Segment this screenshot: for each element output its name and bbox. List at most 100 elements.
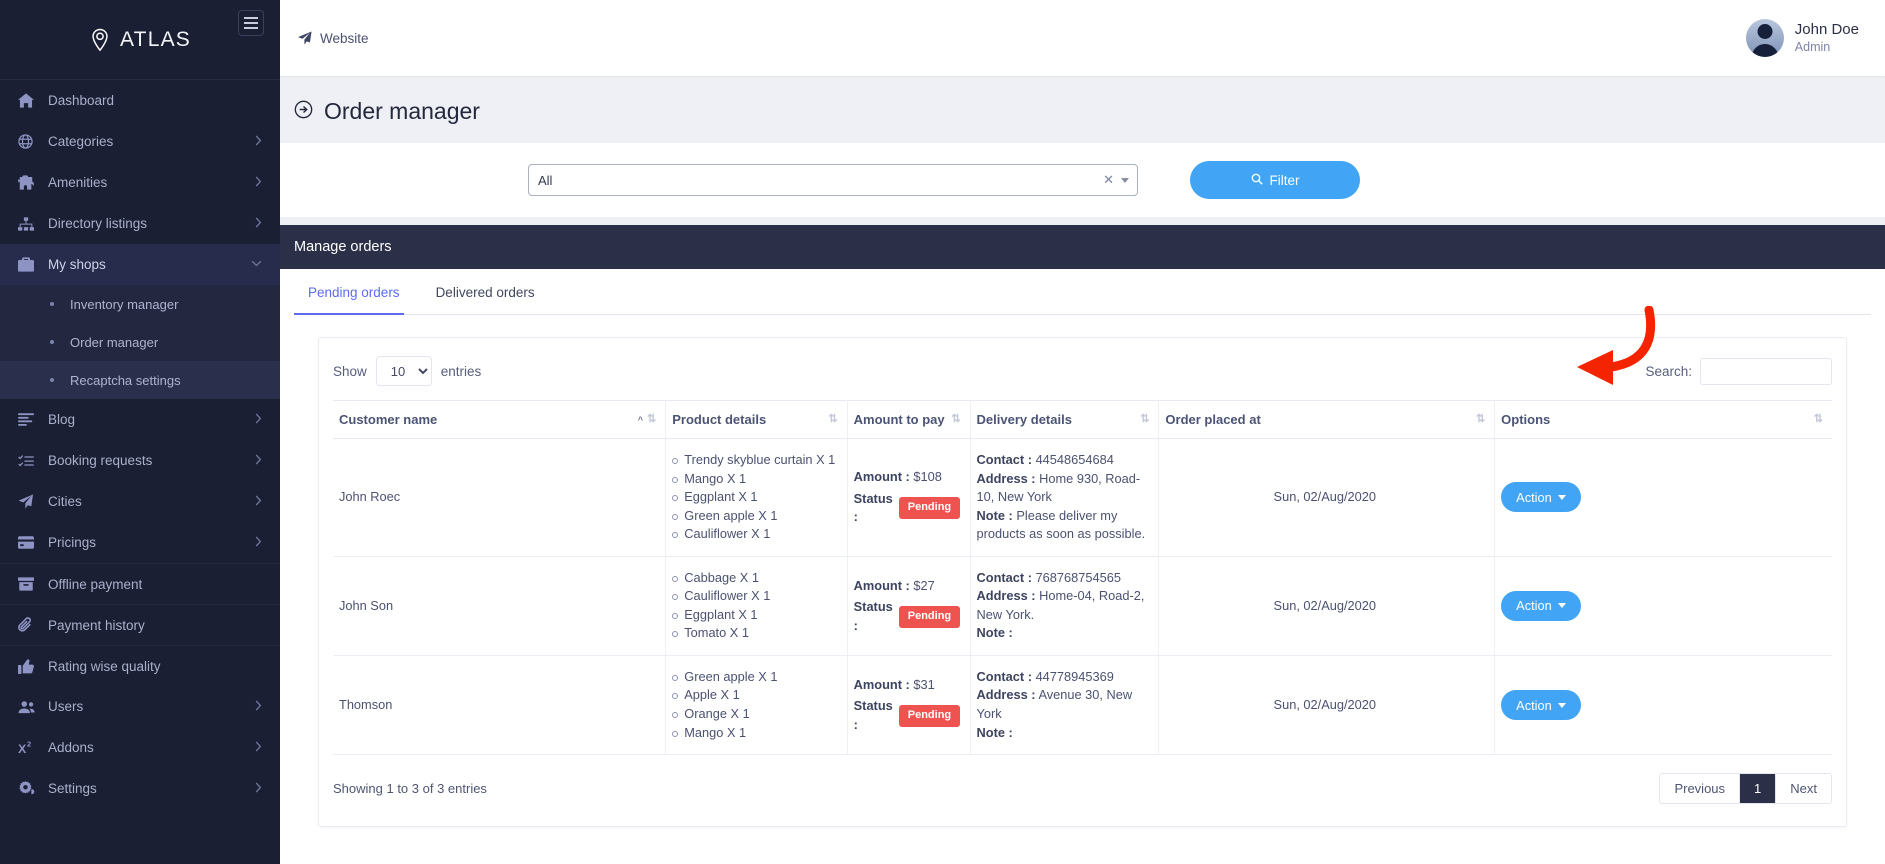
cell-order-placed-at: Sun, 02/Aug/2020	[1158, 438, 1496, 557]
sidebar-item-dashboard[interactable]: Dashboard	[0, 80, 280, 121]
column-header-label: Order placed at	[1165, 412, 1261, 427]
column-header-delivery-details[interactable]: Delivery details ⇅	[970, 400, 1160, 439]
search-icon	[1251, 173, 1263, 188]
column-header-amount-to-pay[interactable]: Amount to pay ⇅	[847, 400, 971, 439]
paperclip-icon	[18, 617, 48, 633]
sidebar-subitem-label: Order manager	[70, 334, 159, 350]
table-row: Thomson Green apple X 1 Apple X 1 Orange X …	[333, 655, 1832, 756]
cell-delivery-details: Contact : 44778945369 Address : Avenue 30…	[970, 655, 1160, 756]
sort-icon[interactable]: ⇅	[1476, 414, 1485, 425]
contact-label: Contact :	[976, 668, 1032, 684]
contact-label: Contact :	[976, 452, 1032, 467]
sidebar-item-label: Offline payment	[48, 576, 143, 592]
action-button[interactable]: Action	[1501, 482, 1581, 513]
tab-pending-orders[interactable]: Pending orders	[294, 269, 422, 315]
product-list: Green apple X 1 Apple X 1 Orange X 1 Mango …	[672, 668, 836, 742]
column-header-label: Options	[1501, 412, 1551, 427]
sidebar-item-booking-requests[interactable]: Booking requests	[0, 440, 280, 481]
brand-name: ATLAS	[120, 27, 191, 51]
amount-value: $31	[913, 676, 935, 692]
sort-icon[interactable]: ⇅	[1814, 414, 1823, 425]
product-item: Cauliflower X 1	[672, 525, 836, 544]
page-title: Order manager	[280, 76, 1885, 143]
sidebar-subitem-recaptcha-settings[interactable]: Recaptcha settings	[0, 361, 280, 399]
breadcrumb-website[interactable]: Website	[298, 31, 369, 46]
sidebar-item-directory-listings[interactable]: Directory listings	[0, 203, 280, 244]
column-header-options[interactable]: Options ⇅	[1494, 400, 1832, 439]
sidebar-item-pricings[interactable]: Pricings	[0, 522, 280, 563]
hamburger-icon[interactable]	[238, 10, 264, 36]
sidebar-item-label: Addons	[48, 740, 94, 755]
cell-customer-name: Thomson	[333, 655, 667, 756]
panel-heading: Manage orders	[280, 225, 1885, 269]
tab-delivered-orders[interactable]: Delivered orders	[422, 269, 557, 314]
user-menu[interactable]: John Doe Admin	[1745, 19, 1859, 57]
sidebar-subitem-inventory-manager[interactable]: Inventory manager	[0, 285, 280, 323]
filter-button[interactable]: Filter	[1190, 161, 1360, 199]
sidebar-item-label: Pricings	[48, 535, 97, 550]
sidebar-item-payment-history[interactable]: Payment history	[0, 604, 280, 645]
sidebar-item-users[interactable]: Users	[0, 686, 280, 727]
sort-icon[interactable]: ⇅	[828, 414, 837, 425]
product-list: Trendy skyblue curtain X 1 Mango X 1 Eggpl…	[672, 451, 836, 544]
sidebar-item-settings[interactable]: Settings	[0, 768, 280, 809]
order-filter-value: All	[538, 172, 553, 188]
product-item: Trendy skyblue curtain X 1	[672, 451, 836, 470]
chevron-right-icon	[255, 700, 262, 714]
pagination-next[interactable]: Next	[1775, 774, 1831, 804]
times-icon[interactable]: ✕	[1103, 172, 1114, 188]
page-length-select[interactable]: 102550100	[375, 356, 432, 386]
user-role: Admin	[1794, 39, 1831, 54]
order-tabs: Pending orders Delivered orders	[294, 269, 1871, 315]
caret-down-icon[interactable]	[1121, 177, 1129, 183]
sidebar-item-offline-payment[interactable]: Offline payment	[0, 563, 280, 604]
chevron-right-icon	[255, 741, 262, 755]
sidebar-item-rating-wise-quality[interactable]: Rating wise quality	[0, 645, 280, 686]
chevron-right-icon	[255, 413, 262, 427]
sidebar-item-label: Rating wise quality	[48, 658, 161, 674]
brand-logo[interactable]: ATLAS	[89, 28, 191, 52]
sort-icon[interactable]: ⇅	[647, 414, 656, 425]
column-header-order-placed-at[interactable]: Order placed at ⇅	[1158, 400, 1496, 439]
contact-value: 768768754565	[1035, 569, 1121, 585]
action-button-label: Action	[1516, 697, 1552, 713]
sort-icon[interactable]: ⇅	[951, 414, 960, 425]
sidebar-item-cities[interactable]: Cities	[0, 481, 280, 522]
caret-down-icon	[1557, 494, 1566, 500]
note-label: Note :	[976, 724, 1013, 740]
order-filter-select[interactable]: All ✕	[528, 164, 1138, 196]
pagination-previous[interactable]: Previous	[1660, 774, 1740, 804]
sidebar-item-label: Amenities	[48, 175, 108, 190]
sidebar-item-categories[interactable]: Categories	[0, 121, 280, 162]
chevron-right-icon	[255, 217, 262, 231]
sidebar-item-amenities[interactable]: Amenities	[0, 162, 280, 203]
sidebar-item-my-shops[interactable]: My shops	[0, 244, 280, 285]
cell-delivery-details: Contact : 768768754565 Address : Home-04,…	[970, 556, 1160, 656]
sort-icon[interactable]: ⇅	[1140, 414, 1149, 425]
contact-value: 44778945369	[1035, 668, 1114, 684]
column-header-label: Amount to pay	[853, 412, 945, 427]
action-button[interactable]: Action	[1501, 690, 1581, 721]
cogs-icon	[18, 781, 48, 796]
sidebar-item-label: Users	[48, 699, 84, 714]
sidebar-item-label: Cities	[48, 494, 82, 509]
cell-amount-to-pay: Amount : $31 Status : Pending	[847, 655, 971, 756]
cell-delivery-details: Contact : 44548654684 Address : Home 930,…	[970, 438, 1160, 557]
action-button[interactable]: Action	[1501, 590, 1581, 621]
sidebar-item-addons[interactable]: X 2 Addons	[0, 727, 280, 768]
column-header-product-details[interactable]: Product details ⇅	[665, 400, 848, 439]
cell-amount-to-pay: Amount : $27 Status : Pending	[847, 556, 971, 656]
pagination-page-1[interactable]: 1	[1739, 774, 1776, 804]
sidebar-subitem-order-manager[interactable]: Order manager	[0, 323, 280, 361]
breadcrumb-label: Website	[320, 30, 369, 46]
search-input[interactable]	[1700, 357, 1832, 385]
product-item: Eggplant X 1	[672, 606, 836, 625]
product-item: Green apple X 1	[672, 507, 836, 526]
orders-table: Customer name ^ ⇅ Product details ⇅ Amount to…	[333, 400, 1832, 756]
align-left-icon	[18, 413, 48, 426]
column-header-customer-name[interactable]: Customer name ^ ⇅	[333, 400, 667, 439]
svg-text:X: X	[18, 742, 27, 755]
puzzle-icon	[18, 175, 48, 190]
sidebar-item-blog[interactable]: Blog	[0, 399, 280, 440]
tasks-icon	[18, 454, 48, 468]
